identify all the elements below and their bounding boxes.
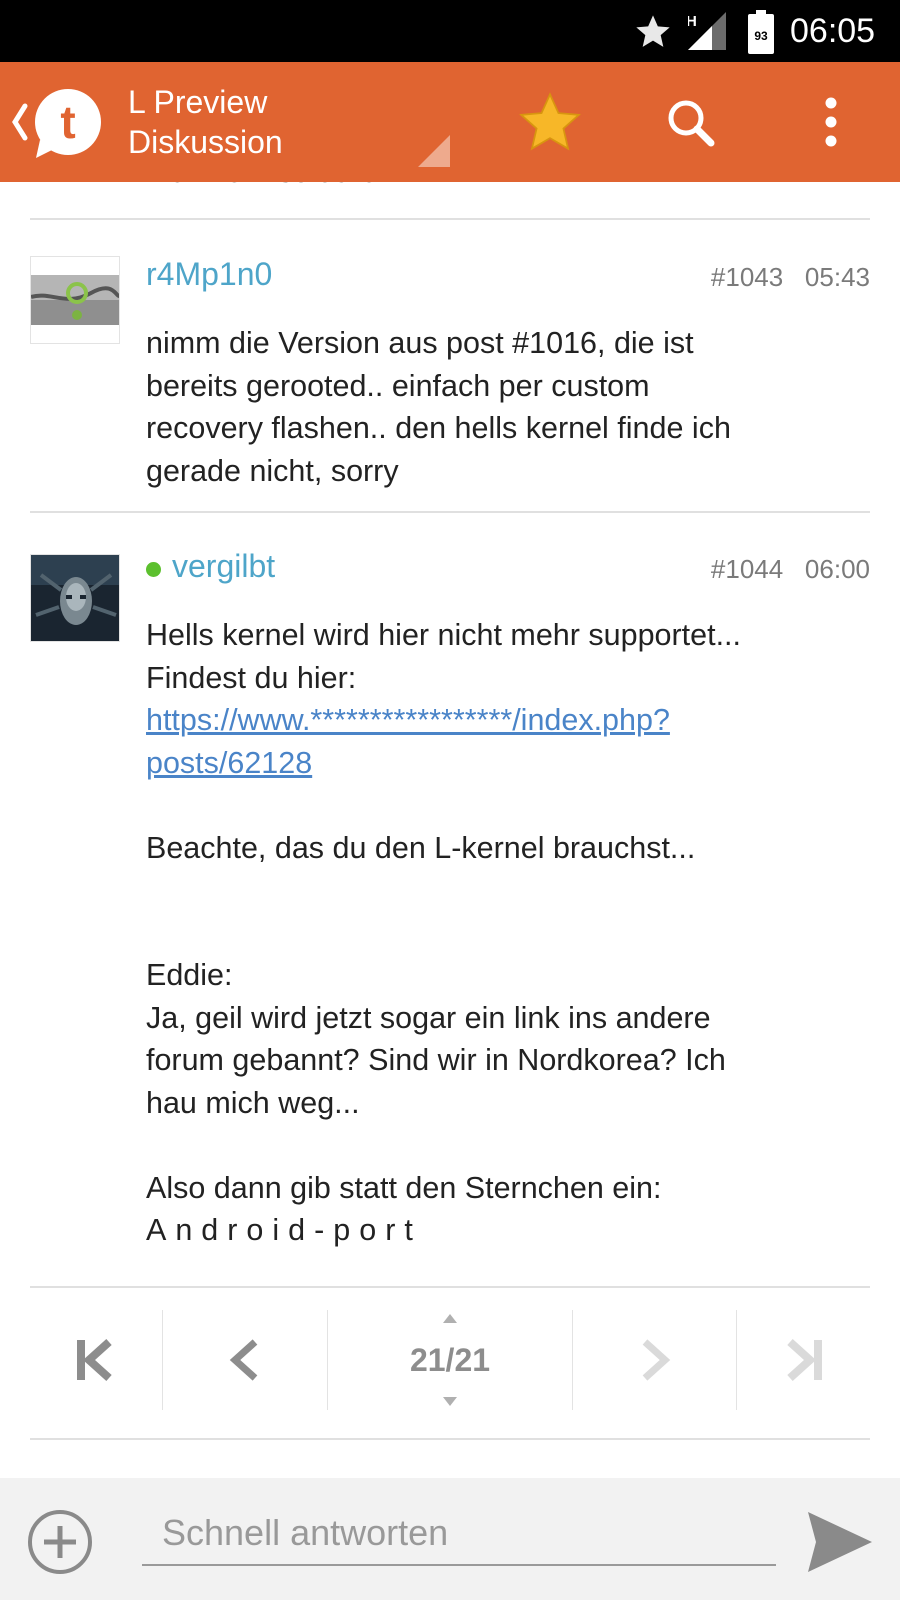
avatar[interactable] xyxy=(30,256,120,344)
next-page-icon xyxy=(642,1339,670,1381)
signal-icon: H xyxy=(688,12,726,50)
post-text-line: Beachte, das du den L-kernel brauchst... xyxy=(146,830,696,865)
post-text-line: Findest du hier: xyxy=(146,660,357,695)
post-text-line: bereits gerooted.. einfach per custom xyxy=(146,368,650,403)
post-number[interactable]: #1043 xyxy=(711,262,783,292)
last-page-icon xyxy=(786,1339,822,1381)
svg-text:t: t xyxy=(60,96,75,148)
post-time: 06:00 xyxy=(804,554,870,584)
post-meta: #1044 06:00 xyxy=(711,554,870,585)
pager-bottom-divider xyxy=(30,1438,870,1440)
favorite-star-icon[interactable] xyxy=(515,88,585,158)
page-indicator: 21/21 xyxy=(409,1341,491,1378)
first-page-button[interactable] xyxy=(30,1308,160,1412)
post-body: Hells kernel wird hier nicht mehr suppor… xyxy=(146,614,866,1252)
forum-title: L Preview xyxy=(128,84,268,120)
thread-title[interactable]: L Preview Diskussion xyxy=(128,82,448,162)
post-meta: #1043 05:43 xyxy=(711,262,870,293)
online-indicator xyxy=(146,562,161,577)
post-text-line: hau mich weg... xyxy=(146,1085,360,1120)
avatar[interactable] xyxy=(30,554,120,642)
clock: 06:05 xyxy=(790,12,876,50)
post-text-line: Ja, geil wird jetzt sogar ein link ins a… xyxy=(146,1000,711,1035)
more-vert-icon[interactable] xyxy=(796,88,866,158)
send-icon[interactable] xyxy=(806,1510,874,1574)
post-author[interactable]: vergilbt xyxy=(172,548,275,585)
page-up-icon xyxy=(443,1314,457,1323)
pagination-bar: 21/21 xyxy=(0,1288,900,1440)
post-author[interactable]: r4Mp1n0 xyxy=(146,256,272,293)
section-title: Diskussion xyxy=(128,124,283,160)
next-page-button[interactable] xyxy=(573,1308,736,1412)
search-icon[interactable] xyxy=(656,88,726,158)
post-text-line: nimm die Version aus post #1016, die ist xyxy=(146,326,694,360)
post-link[interactable]: https://www.*****************/index.php?… xyxy=(146,703,670,780)
add-circle-icon[interactable] xyxy=(26,1508,94,1576)
quick-reply-bar xyxy=(0,1478,900,1600)
post-text-line: recovery flashen.. den hells kernel find… xyxy=(146,411,731,445)
thread-content[interactable]: nichmehr so durch xD r4Mp1n0 #1043 05:43… xyxy=(0,182,900,1478)
previous-post-fragment: nichmehr so durch xD xyxy=(146,182,438,190)
app-logo-icon[interactable]: t xyxy=(26,84,106,164)
last-page-button[interactable] xyxy=(737,1308,870,1412)
quick-reply-input[interactable] xyxy=(142,1502,776,1566)
dropdown-triangle-icon[interactable] xyxy=(418,135,450,167)
status-bar: H 93 06:05 xyxy=(0,0,900,62)
post-body: nimm die Version aus post #1016, die ist… xyxy=(146,322,866,492)
first-page-icon xyxy=(77,1339,112,1381)
app-bar: t L Preview Diskussion xyxy=(0,62,900,182)
page-selector[interactable]: 21/21 xyxy=(328,1308,572,1412)
post-divider xyxy=(30,511,870,513)
post-text-line: Eddie: xyxy=(146,958,233,992)
battery-level: 93 xyxy=(754,29,768,43)
post-time: 05:43 xyxy=(804,262,870,292)
post-text-line: forum gebannt? Sind wir in Nordkorea? Ic… xyxy=(146,1043,726,1077)
post-text-line: Also dann gib statt den Sternchen ein: xyxy=(146,1170,662,1205)
post-text-line: Android-port xyxy=(146,1213,422,1247)
post-divider xyxy=(30,218,870,220)
previous-page-button[interactable] xyxy=(163,1308,326,1412)
previous-page-icon xyxy=(229,1339,257,1381)
network-type-label: H xyxy=(688,13,697,30)
post-text-line: Hells kernel wird hier nicht mehr suppor… xyxy=(146,618,741,652)
battery-icon: 93 xyxy=(748,10,774,54)
page-down-icon xyxy=(443,1397,457,1406)
post-number[interactable]: #1044 xyxy=(711,554,783,584)
post-text-line: gerade nicht, sorry xyxy=(146,453,399,488)
star-icon xyxy=(636,15,670,47)
